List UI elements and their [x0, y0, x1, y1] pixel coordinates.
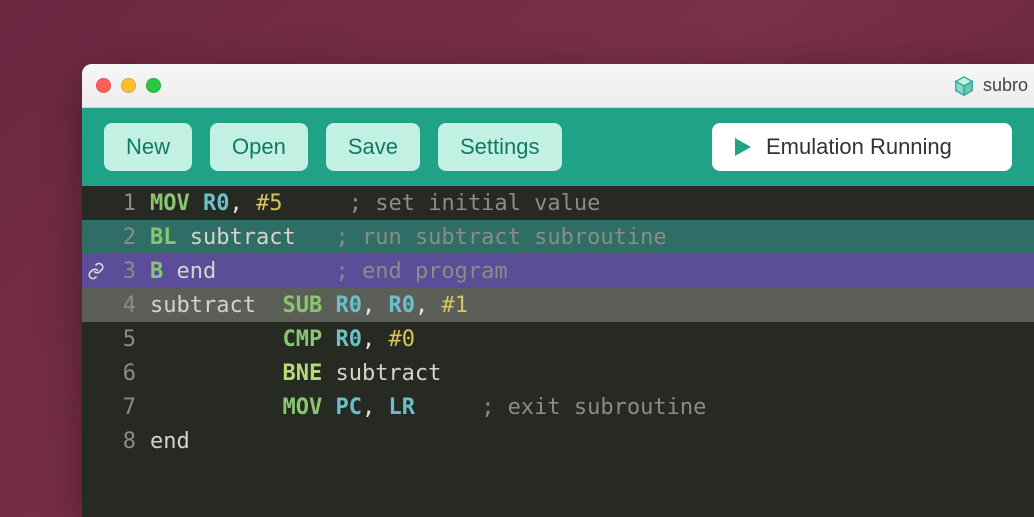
code-content: MOV PC, LR ; exit subroutine: [150, 391, 1034, 424]
line-number: 6: [110, 357, 150, 390]
app-cube-icon: [953, 75, 975, 97]
window-title: subro: [983, 75, 1028, 96]
code-line[interactable]: 1MOV R0, #5 ; set initial value: [82, 186, 1034, 220]
new-button[interactable]: New: [104, 123, 192, 171]
code-line[interactable]: 5 CMP R0, #0: [82, 322, 1034, 356]
traffic-lights: [96, 78, 161, 93]
code-content: B end ; end program: [150, 255, 1034, 288]
line-number: 1: [110, 187, 150, 220]
minimize-button[interactable]: [121, 78, 136, 93]
line-number: 8: [110, 425, 150, 458]
code-content: BNE subtract: [150, 357, 1034, 390]
open-button[interactable]: Open: [210, 123, 308, 171]
line-number: 7: [110, 391, 150, 424]
app-window: subro New Open Save Settings Emulation R…: [82, 64, 1034, 517]
code-line[interactable]: 7 MOV PC, LR ; exit subroutine: [82, 390, 1034, 424]
line-number: 3: [110, 255, 150, 288]
code-line[interactable]: 3B end ; end program: [82, 254, 1034, 288]
close-button[interactable]: [96, 78, 111, 93]
titlebar: subro: [82, 64, 1034, 108]
toolbar: New Open Save Settings Emulation Running: [82, 108, 1034, 186]
play-icon: [734, 137, 752, 157]
code-editor[interactable]: 1MOV R0, #5 ; set initial value2BL subtr…: [82, 186, 1034, 517]
code-content: BL subtract ; run subtract subroutine: [150, 221, 1034, 254]
code-content: end: [150, 425, 1034, 458]
save-button[interactable]: Save: [326, 123, 420, 171]
code-content: MOV R0, #5 ; set initial value: [150, 187, 1034, 220]
code-content: subtract SUB R0, R0, #1: [150, 289, 1034, 322]
window-title-area: subro: [953, 64, 1028, 107]
line-number: 5: [110, 323, 150, 356]
line-number: 4: [110, 289, 150, 322]
line-number: 2: [110, 221, 150, 254]
link-icon: [82, 262, 110, 280]
code-line[interactable]: 8end: [82, 424, 1034, 458]
zoom-button[interactable]: [146, 78, 161, 93]
settings-button[interactable]: Settings: [438, 123, 562, 171]
emulation-status[interactable]: Emulation Running: [712, 123, 1012, 171]
status-text: Emulation Running: [766, 134, 952, 160]
code-line[interactable]: 4subtract SUB R0, R0, #1: [82, 288, 1034, 322]
code-line[interactable]: 6 BNE subtract: [82, 356, 1034, 390]
code-content: CMP R0, #0: [150, 323, 1034, 356]
code-line[interactable]: 2BL subtract ; run subtract subroutine: [82, 220, 1034, 254]
